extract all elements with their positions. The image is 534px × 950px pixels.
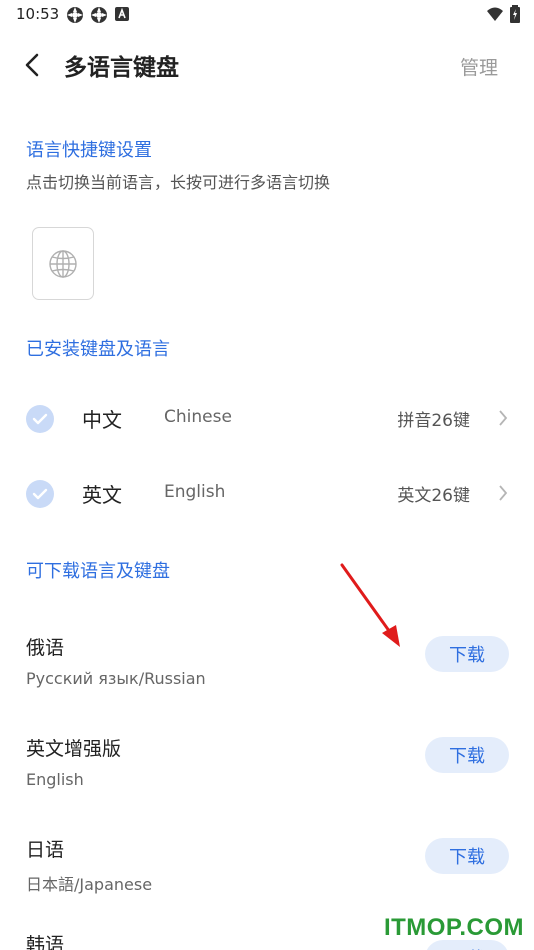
- check-icon: [26, 405, 54, 433]
- settings-icon: [67, 7, 83, 23]
- language-english-name: Chinese: [164, 407, 232, 427]
- shortcut-section-title[interactable]: 语言快捷键设置: [26, 136, 152, 162]
- language-switch-key[interactable]: [32, 227, 94, 300]
- downloadable-section-title: 可下载语言及键盘: [26, 561, 170, 582]
- downloadable-language-row: 日语 日本語/Japanese 下载: [0, 835, 534, 915]
- status-system-icons: [486, 5, 520, 23]
- app-header: 多语言键盘 管理: [0, 40, 534, 90]
- check-icon: [26, 480, 54, 508]
- status-notification-icons: [66, 6, 130, 24]
- annotation-arrow-icon: [340, 563, 400, 647]
- keyboard-layout: 拼音26键: [397, 411, 470, 431]
- wifi-icon: [487, 7, 503, 21]
- download-button[interactable]: 下载: [425, 737, 509, 773]
- back-button[interactable]: [18, 48, 48, 82]
- download-button[interactable]: 下载: [425, 838, 509, 874]
- settings-icon: [91, 7, 107, 23]
- language-subtitle: English: [26, 770, 84, 789]
- chevron-right-icon: [499, 485, 508, 501]
- downloadable-language-row: 俄语 Русский язык/Russian 下载: [0, 633, 534, 713]
- downloadable-language-row: 英文增强版 English 下载: [0, 734, 534, 814]
- language-name: 俄语: [26, 637, 65, 659]
- language-name: 日语: [26, 839, 65, 861]
- installed-language-row[interactable]: 英文 English 英文26键: [0, 467, 534, 523]
- status-time: 10:53: [16, 5, 60, 23]
- language-name: 英文: [82, 483, 122, 507]
- installed-section-title: 已安装键盘及语言: [26, 339, 170, 360]
- language-english-name: English: [164, 482, 226, 502]
- globe-icon: [49, 249, 77, 278]
- language-name: 英文增强版: [26, 738, 122, 760]
- download-button[interactable]: 下载: [425, 636, 509, 672]
- status-bar: 10:53: [0, 0, 534, 28]
- battery-icon: [510, 5, 520, 23]
- language-name: 韩语: [26, 934, 65, 950]
- keyboard-layout: 英文26键: [397, 486, 470, 506]
- page-title: 多语言键盘: [64, 55, 179, 81]
- watermark: ITMOP.COM: [383, 914, 524, 941]
- chevron-right-icon: [499, 410, 508, 426]
- installed-language-row[interactable]: 中文 Chinese 拼音26键: [0, 392, 534, 448]
- language-subtitle: 日本語/Japanese: [26, 875, 153, 894]
- language-subtitle: Русский язык/Russian: [26, 669, 206, 688]
- back-icon: [25, 53, 39, 77]
- manage-button[interactable]: 管理: [460, 53, 498, 80]
- shortcut-hint: 点击切换当前语言，长按可进行多语言切换: [26, 173, 331, 192]
- language-name: 中文: [82, 408, 122, 432]
- a-icon: [115, 7, 129, 21]
